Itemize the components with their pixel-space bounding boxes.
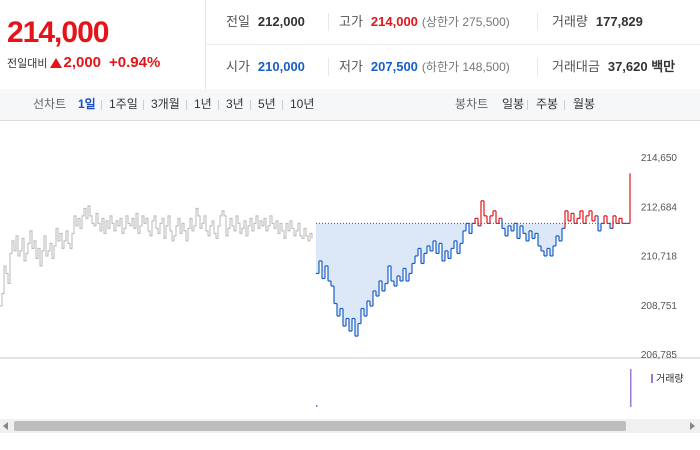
tab-1-year[interactable]: 1년	[194, 89, 212, 120]
current-price: 214,000	[7, 16, 109, 49]
volume-bar	[630, 369, 632, 407]
trade-value-value: 37,620 백만	[607, 59, 676, 74]
volume-bars	[316, 369, 632, 407]
y-tick-label: 212,684	[641, 202, 678, 213]
volume-bar	[316, 405, 318, 407]
chart-tab-bar: 선차트 1일 1주일 3개월 1년 3년 5년 10년 봉차트 일봉 주봉 월봉	[0, 89, 700, 121]
open-price: 시가 210,000	[226, 45, 305, 89]
scroll-thumb[interactable]	[14, 421, 626, 431]
high-label: 고가	[339, 14, 363, 29]
y-tick-label: 208,751	[641, 301, 678, 312]
trade-value-label: 거래대금	[552, 59, 600, 74]
volume-label: 거래량	[552, 14, 588, 29]
previous-day-line	[0, 205, 313, 307]
tab-weekly-candle[interactable]: 주봉	[536, 89, 558, 120]
open-value: 210,000	[257, 59, 305, 74]
quote-panel: 214,000 전일대비 2,000 +0.94% 전일 212,000 고가 214,…	[0, 0, 700, 90]
change-amount: 2,000	[63, 54, 102, 71]
tab-1-day[interactable]: 1일	[78, 89, 96, 120]
below-reference-fill	[316, 223, 630, 337]
price-chart[interactable]: 214,650 212,684 210,718 208,751 206,785 거래량	[0, 121, 700, 419]
tab-1-week[interactable]: 1주일	[109, 89, 138, 120]
volume: 거래량 177,829	[537, 13, 643, 31]
y-tick-label: 214,650	[641, 153, 678, 164]
low-price: 저가 207,500 (하한가 148,500)	[328, 58, 510, 76]
lower-limit: (하한가 148,500)	[421, 60, 510, 74]
scroll-left-icon[interactable]	[3, 422, 8, 430]
tab-divider	[186, 100, 187, 110]
tab-divider	[218, 100, 219, 110]
y-tick-label: 206,785	[641, 350, 678, 361]
prev-close: 전일 212,000	[226, 0, 305, 44]
change-percent: +0.94%	[109, 54, 161, 71]
chart-scrollbar[interactable]	[0, 419, 700, 433]
change-label: 전일대비	[7, 58, 48, 70]
volume-legend-swatch	[651, 374, 653, 383]
tab-divider	[143, 100, 144, 110]
y-tick-label: 210,718	[641, 252, 678, 263]
tab-3-months[interactable]: 3개월	[151, 89, 180, 120]
y-axis-ticks: 214,650 212,684 210,718 208,751 206,785	[641, 153, 678, 361]
prev-close-value: 212,000	[257, 14, 305, 29]
stats-row-1: 전일 212,000 고가 214,000 (상한가 275,500) 거래량 177,…	[206, 0, 700, 45]
tab-3-years[interactable]: 3년	[226, 89, 244, 120]
up-arrow-icon	[50, 58, 63, 68]
price-chart-svg: 214,650 212,684 210,718 208,751 206,785 거래량	[0, 153, 700, 407]
high-price: 고가 214,000 (상한가 275,500)	[328, 13, 510, 31]
tab-daily-candle[interactable]: 일봉	[502, 89, 524, 120]
prev-close-label: 전일	[226, 14, 250, 29]
tab-divider	[101, 100, 102, 110]
tab-divider	[564, 100, 565, 110]
tab-5-years[interactable]: 5년	[258, 89, 276, 120]
quote-stats: 전일 212,000 고가 214,000 (상한가 275,500) 거래량 177,…	[206, 0, 700, 89]
low-label: 저가	[339, 59, 363, 74]
candle-chart-label: 봉차트	[455, 97, 489, 111]
tab-divider	[527, 100, 528, 110]
line-chart-label: 선차트	[33, 97, 67, 111]
upper-limit: (상한가 275,500)	[421, 15, 510, 29]
open-label: 시가	[226, 59, 250, 74]
change-row: 전일대비 2,000 +0.94%	[7, 54, 160, 71]
scroll-right-icon[interactable]	[690, 422, 695, 430]
volume-legend-label: 거래량	[656, 373, 684, 385]
tab-divider	[282, 100, 283, 110]
volume-value: 177,829	[595, 14, 643, 29]
low-value: 207,500	[370, 59, 418, 74]
stats-row-2: 시가 210,000 저가 207,500 (하한가 148,500) 거래대금 37,…	[206, 45, 700, 89]
high-value: 214,000	[370, 14, 418, 29]
tab-divider	[250, 100, 251, 110]
price-box: 214,000 전일대비 2,000 +0.94%	[0, 0, 206, 89]
tab-10-years[interactable]: 10년	[290, 89, 314, 120]
tab-monthly-candle[interactable]: 월봉	[573, 89, 595, 120]
trade-value: 거래대금 37,620 백만	[537, 58, 675, 76]
